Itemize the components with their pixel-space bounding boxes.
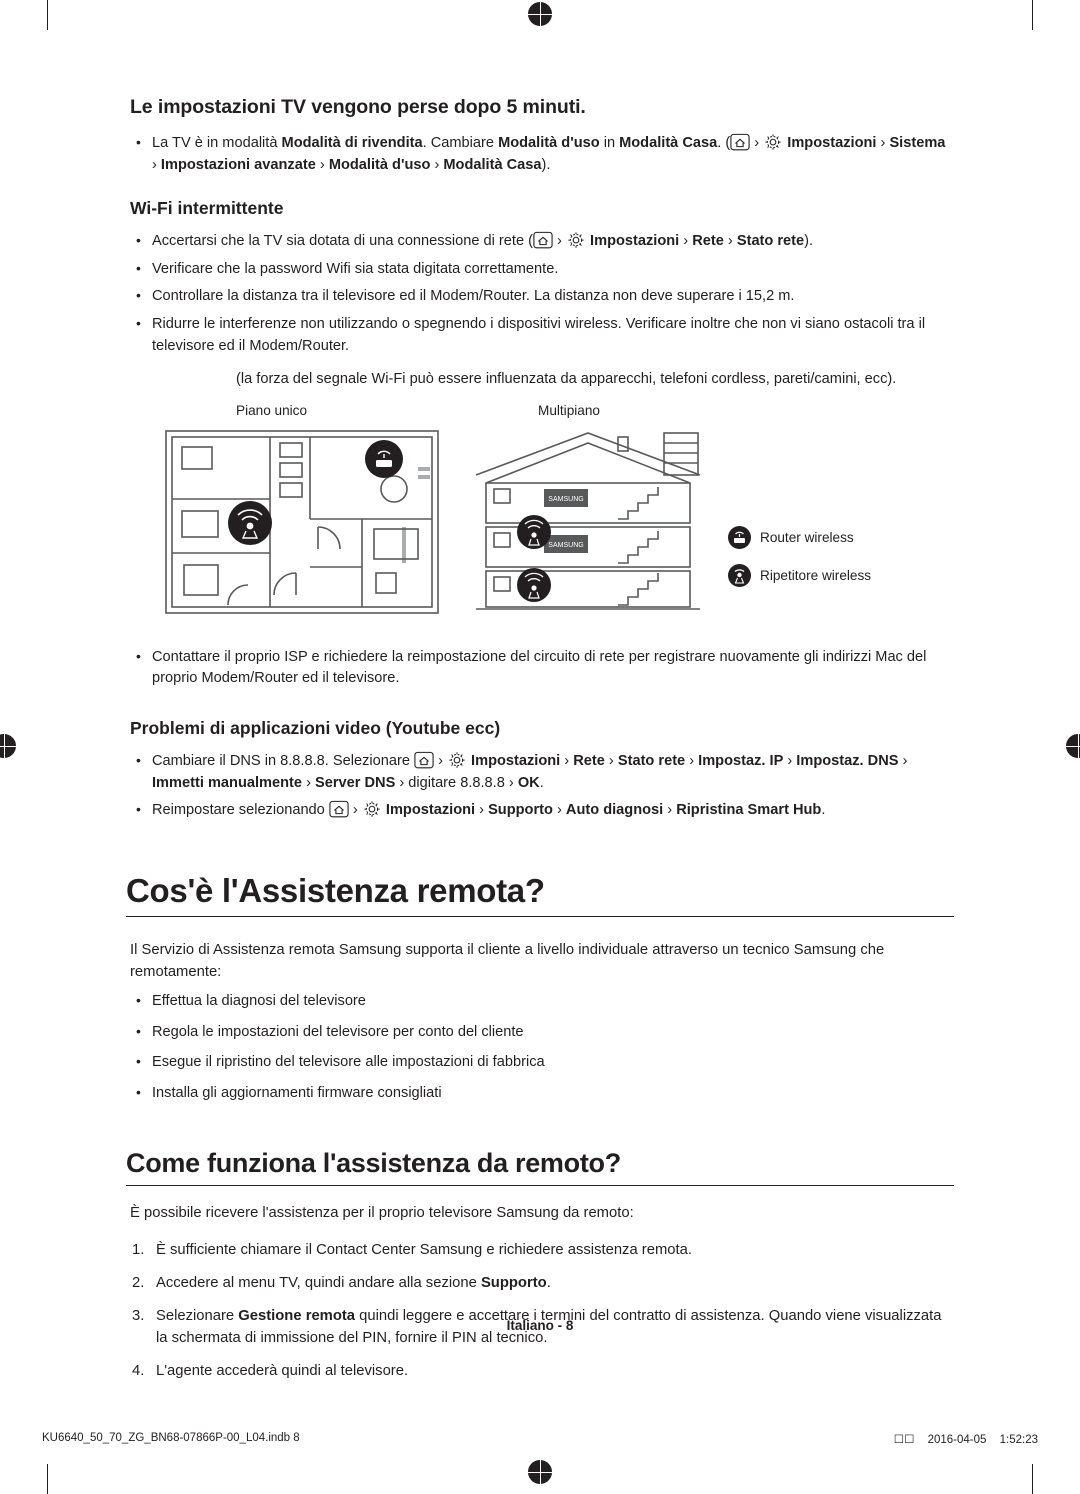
legend-item-router: Router wireless (728, 525, 854, 549)
single-floor-plan-illustration (165, 429, 439, 614)
wireless-repeater-icon (228, 500, 272, 545)
svg-text:SAMSUNG: SAMSUNG (548, 496, 583, 503)
crop-mark-top-right-vertical (1032, 0, 1033, 30)
bullet-list-video-apps: Cambiare il DNS in 8.8.8.8. Selezionare … (126, 750, 954, 822)
home-icon (329, 800, 349, 818)
svg-text:SAMSUNG: SAMSUNG (548, 542, 583, 549)
list-item: Contattare il proprio ISP e richiedere l… (126, 646, 954, 690)
wifi-coverage-figure: Piano unico Multipiano SAMSUNG SAMSUNG R… (126, 403, 954, 633)
print-time: 1:52:23 (999, 1434, 1038, 1446)
legend-label: Ripetitore wireless (760, 567, 872, 583)
figure-caption-multi-floor: Multipiano (538, 402, 600, 418)
list-item: Regola le impostazioni del televisore pe… (126, 1021, 954, 1044)
section-heading-lost-settings: Le impostazioni TV vengono perse dopo 5 … (130, 96, 586, 118)
bullet-list-lost-settings: La TV è in modalità Modalità di rivendit… (126, 132, 954, 176)
list-item: Ridurre le interferenze non utilizzando … (126, 313, 954, 357)
page-number-footer: Italiano - 8 (506, 1318, 574, 1333)
crop-mark-bottom-left-vertical (47, 1464, 48, 1494)
list-item: È sufficiente chiamare il Contact Center… (132, 1239, 692, 1261)
list-item: L'agente accederà quindi al televisore. (132, 1360, 409, 1382)
bullet-list-wifi: Accertarsi che la TV sia dotata di una c… (126, 230, 954, 391)
print-date: 2016-04-05 (927, 1434, 987, 1446)
wireless-router-icon (728, 525, 751, 549)
registration-target-top (524, 0, 556, 30)
bullet-list-wifi-isp: Contattare il proprio ISP e richiedere l… (126, 646, 954, 690)
crop-mark-top-left-vertical (47, 0, 48, 30)
home-icon (730, 133, 750, 151)
legend-label: Router wireless (760, 529, 854, 545)
page-title-how-remote-works: Come funziona l'assistenza da remoto? (126, 1148, 954, 1187)
gear-icon (447, 751, 467, 769)
gear-icon (566, 231, 586, 249)
wireless-repeater-icon-floor-2 (517, 567, 551, 602)
page-content: Le impostazioni TV vengono perse dopo 5 … (126, 96, 954, 1394)
print-date-footer: ☐☐ 2016-04-05 1:52:23 (894, 1432, 1038, 1446)
gear-icon (362, 800, 382, 818)
tv-icon-floor-2: SAMSUNG (544, 534, 588, 553)
wireless-repeater-icon-floor-1 (517, 514, 551, 549)
paragraph-remote-assistance-intro: Il Servizio di Assistenza remota Samsung… (130, 941, 885, 980)
list-item: Installa gli aggiornamenti firmware cons… (126, 1082, 954, 1105)
bullet-list-remote-assistance: Effettua la diagnosi del televisore Rego… (126, 990, 954, 1105)
paragraph-how-remote-works-intro: È possibile ricevere l'assistenza per il… (130, 1205, 634, 1222)
print-icons: ☐☐ (893, 1434, 915, 1446)
list-item: Reimpostare selezionando › Impostazioni … (126, 799, 954, 822)
home-icon (414, 751, 434, 769)
list-item: Esegue il ripristino del televisore alle… (126, 1051, 954, 1074)
legend-item-repeater: Ripetitore wireless (728, 563, 872, 587)
list-item: Cambiare il DNS in 8.8.8.8. Selezionare … (126, 750, 954, 794)
registration-target-right (1062, 730, 1080, 762)
tv-icon-floor-1: SAMSUNG (544, 488, 588, 507)
list-item: Controllare la distanza tra il televisor… (126, 285, 954, 308)
section-heading-wifi: Wi-Fi intermittente (130, 198, 284, 219)
registration-target-left (0, 730, 20, 762)
list-item: Verificare che la password Wifi sia stat… (126, 258, 954, 281)
gear-icon (763, 133, 783, 151)
registration-target-bottom (524, 1456, 556, 1488)
list-item: Accedere al menu TV, quindi andare alla … (132, 1272, 551, 1294)
page-title-remote-assistance: Cos'è l'Assistenza remota? (126, 872, 954, 917)
wireless-router-icon (365, 439, 403, 478)
numbered-list-how-remote-works: È sufficiente chiamare il Contact Center… (126, 1239, 954, 1383)
figure-caption-single-floor: Piano unico (236, 402, 308, 418)
list-item-note: (la forza del segnale Wi-Fi può essere i… (236, 371, 897, 388)
wireless-repeater-icon (728, 563, 751, 587)
section-heading-video-apps: Problemi di applicazioni video (Youtube … (130, 717, 501, 738)
list-item: Effettua la diagnosi del televisore (126, 990, 954, 1013)
print-file-footer: KU6640_50_70_ZG_BN68-07866P-00_L04.indb … (42, 1432, 300, 1444)
list-item: La TV è in modalità Modalità di rivendit… (126, 132, 954, 176)
multi-floor-plan-illustration: SAMSUNG SAMSUNG (475, 431, 701, 610)
home-icon (533, 231, 553, 249)
crop-mark-bottom-right-vertical (1032, 1464, 1033, 1494)
list-item: Accertarsi che la TV sia dotata di una c… (126, 230, 954, 253)
